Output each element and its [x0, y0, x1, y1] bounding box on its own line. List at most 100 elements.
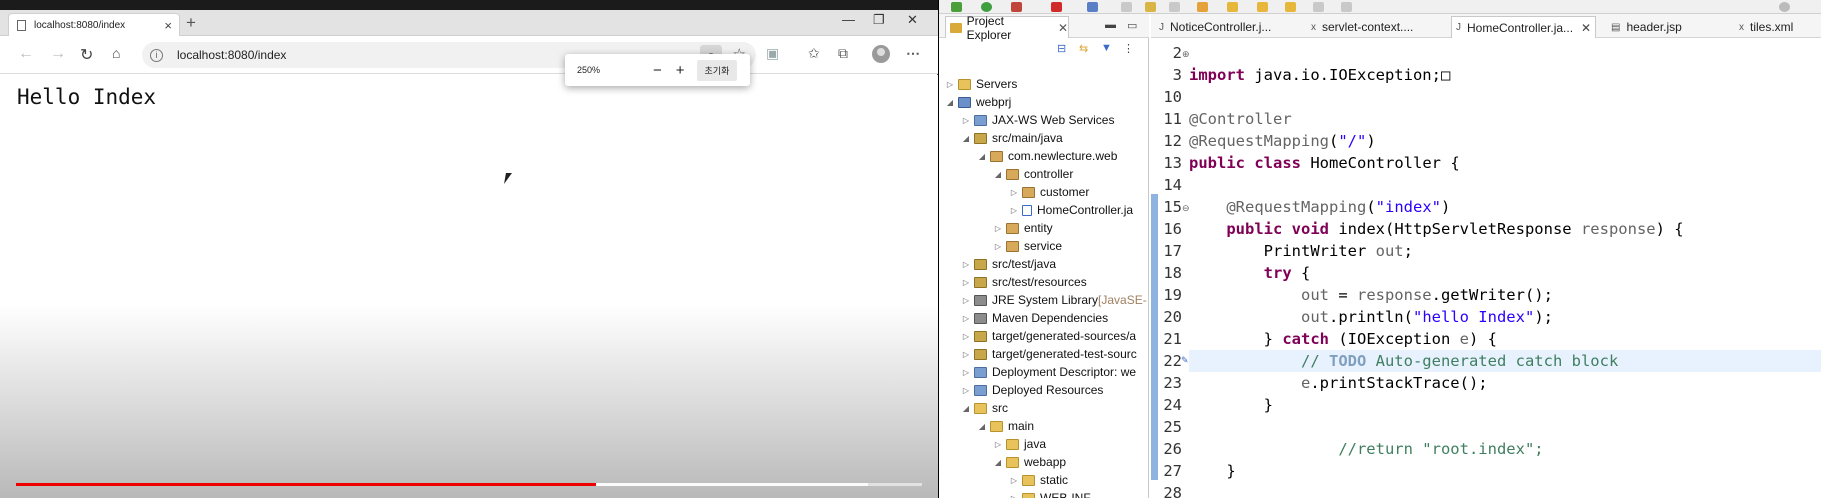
- tree-item[interactable]: ◢ src/main/java: [961, 129, 1063, 147]
- back-nav-icon[interactable]: [1285, 2, 1296, 12]
- refresh-icon[interactable]: ↻: [80, 45, 93, 65]
- expand-arrow-icon[interactable]: ▷: [961, 116, 971, 125]
- expand-arrow-icon[interactable]: ▷: [961, 296, 971, 305]
- tree-item[interactable]: ▷ Maven Dependencies: [961, 309, 1108, 327]
- close-tab-icon[interactable]: ×: [164, 18, 172, 33]
- tab-project-explorer[interactable]: Project Explorer ✕: [945, 14, 1069, 42]
- search-toolbar-icon[interactable]: [1169, 2, 1180, 12]
- collapse-all-icon[interactable]: ⊟: [1057, 42, 1066, 55]
- expand-arrow-icon[interactable]: ▷: [1009, 188, 1019, 197]
- open-type-icon[interactable]: [1145, 2, 1156, 12]
- tree-item[interactable]: ▷ src/test/java: [961, 255, 1056, 273]
- collapse-arrow-icon[interactable]: ◢: [993, 458, 1003, 467]
- pin-icon[interactable]: [1227, 2, 1238, 12]
- collapse-arrow-icon[interactable]: ◢: [961, 404, 971, 413]
- collections-icon[interactable]: ⧉: [838, 45, 848, 62]
- collapse-arrow-icon[interactable]: ◢: [977, 152, 987, 161]
- extension-icon[interactable]: ▣: [766, 45, 779, 62]
- expand-arrow-icon[interactable]: ▷: [961, 332, 971, 341]
- filter-icon[interactable]: ▼: [1101, 42, 1112, 54]
- editor-tab[interactable]: J NoticeController.j...: [1159, 16, 1271, 38]
- collapse-arrow-icon[interactable]: ◢: [961, 134, 971, 143]
- video-progress-bar[interactable]: [16, 483, 922, 486]
- open-folder-icon[interactable]: [1197, 2, 1208, 12]
- more-menu-icon[interactable]: ⋯: [906, 45, 920, 62]
- tree-item[interactable]: ▷ HomeController.ja: [1009, 201, 1133, 219]
- view-menu-icon[interactable]: ⋮: [1123, 42, 1134, 55]
- tree-item[interactable]: ◢ controller: [993, 165, 1073, 183]
- zoom-reset-button[interactable]: 초기화: [696, 59, 738, 81]
- restore-icon[interactable]: ❐: [873, 12, 885, 28]
- debug-icon[interactable]: [951, 2, 962, 12]
- forward-icon[interactable]: →: [50, 45, 66, 63]
- tree-item[interactable]: ▷ static: [1009, 471, 1068, 489]
- expand-arrow-icon[interactable]: ▷: [1009, 494, 1019, 498]
- expand-arrow-icon[interactable]: ▷: [961, 368, 971, 377]
- expand-arrow-icon[interactable]: ▷: [993, 242, 1003, 251]
- task-marker-icon[interactable]: ✎: [1181, 355, 1189, 366]
- server-icon[interactable]: [1087, 2, 1098, 12]
- code-area[interactable]: import java.io.IOException;□ @Controller…: [1189, 42, 1821, 498]
- expand-arrow-icon[interactable]: ▷: [945, 80, 955, 89]
- tree-item[interactable]: ◢ com.newlecture.web: [977, 147, 1117, 165]
- expand-arrow-icon[interactable]: ▷: [961, 314, 971, 323]
- collapse-arrow-icon[interactable]: ◢: [977, 422, 987, 431]
- new-tab-button[interactable]: +: [186, 13, 196, 33]
- zoom-out-button[interactable]: −: [653, 62, 662, 79]
- tree-item[interactable]: ▷ entity: [993, 219, 1053, 237]
- tree-item[interactable]: ◢ webprj: [945, 93, 1011, 111]
- home-icon[interactable]: ⌂: [112, 45, 120, 61]
- close-tab-icon[interactable]: ✕: [1581, 21, 1591, 35]
- tree-item[interactable]: ◢ main: [977, 417, 1034, 435]
- expand-arrow-icon[interactable]: ▷: [1009, 476, 1019, 485]
- collapse-arrow-icon[interactable]: ◢: [945, 98, 955, 107]
- tree-item[interactable]: ▷ JRE System Library [JavaSE-: [961, 291, 1147, 309]
- tree-item[interactable]: ▷ Deployment Descriptor: we: [961, 363, 1136, 381]
- tree-item-label: Deployed Resources: [992, 383, 1104, 397]
- expand-arrow-icon[interactable]: ▷: [993, 224, 1003, 233]
- quick-access-search-icon[interactable]: [1779, 2, 1790, 12]
- expand-arrow-icon[interactable]: ▷: [961, 350, 971, 359]
- forward-nav-icon[interactable]: [1313, 2, 1324, 12]
- zoom-in-button[interactable]: +: [676, 62, 685, 79]
- tree-item[interactable]: ▷ WEB-INF: [1009, 489, 1091, 498]
- back-icon[interactable]: ←: [18, 45, 34, 63]
- expand-arrow-icon[interactable]: ▷: [961, 386, 971, 395]
- minimize-view-icon[interactable]: ▬: [1105, 19, 1116, 31]
- tree-item[interactable]: ▷ customer: [1009, 183, 1089, 201]
- close-icon[interactable]: ✕: [1058, 21, 1068, 35]
- new-icon[interactable]: [1121, 2, 1132, 12]
- editor-tab[interactable]: J HomeController.ja... ✕: [1451, 16, 1597, 38]
- expand-arrow-icon[interactable]: ▷: [1009, 206, 1019, 215]
- minimize-icon[interactable]: —: [842, 12, 855, 27]
- stop-icon[interactable]: [1051, 2, 1062, 12]
- link-editor-icon[interactable]: ⇆: [1079, 42, 1088, 55]
- tree-item[interactable]: ▷ target/generated-sources/a: [961, 327, 1136, 345]
- editor-tab[interactable]: x servlet-context....: [1311, 16, 1413, 38]
- collapse-arrow-icon[interactable]: ◢: [993, 170, 1003, 179]
- maximize-view-icon[interactable]: ▭: [1127, 19, 1137, 32]
- tree-item[interactable]: ◢ src: [961, 399, 1008, 417]
- site-info-icon[interactable]: i: [150, 48, 163, 62]
- tree-item[interactable]: ▷ Deployed Resources: [961, 381, 1103, 399]
- tree-item[interactable]: ▷ Servers: [945, 75, 1017, 93]
- editor-tab[interactable]: ▤ header.jsp: [1611, 16, 1682, 38]
- next-annotation-icon[interactable]: [1257, 2, 1268, 12]
- external-tools-icon[interactable]: [1011, 2, 1022, 12]
- tree-item[interactable]: ▷ service: [993, 237, 1062, 255]
- editor-tab[interactable]: x tiles.xml: [1739, 16, 1793, 38]
- run-icon[interactable]: [981, 2, 992, 12]
- expand-arrow-icon[interactable]: ▷: [961, 278, 971, 287]
- tree-item[interactable]: ▷ target/generated-test-sourc: [961, 345, 1137, 363]
- expand-arrow-icon[interactable]: ▷: [993, 440, 1003, 449]
- perspective-icon[interactable]: [1341, 2, 1352, 12]
- tree-item[interactable]: ◢ webapp: [993, 453, 1066, 471]
- close-window-icon[interactable]: ✕: [907, 12, 918, 28]
- tree-item[interactable]: ▷ JAX-WS Web Services: [961, 111, 1115, 129]
- expand-arrow-icon[interactable]: ▷: [961, 260, 971, 269]
- tree-item[interactable]: ▷ src/test/resources: [961, 273, 1087, 291]
- browser-tab[interactable]: localhost:8080/index ×: [8, 13, 180, 36]
- favorites-icon[interactable]: ✩: [808, 45, 820, 62]
- profile-avatar[interactable]: [872, 45, 890, 63]
- tree-item[interactable]: ▷ java: [993, 435, 1046, 453]
